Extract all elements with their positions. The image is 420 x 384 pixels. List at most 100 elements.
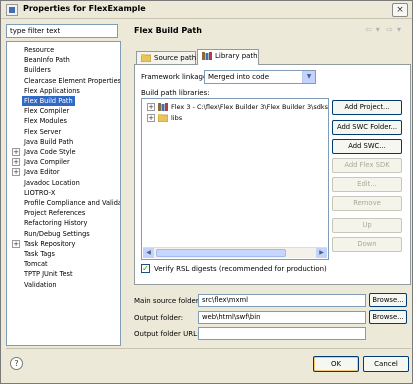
folder-icon — [158, 114, 168, 122]
history-navigation: ⇦ ▾ ⇨ ▾ — [365, 25, 409, 37]
tree-item-flex-modules[interactable]: Flex Modules — [7, 116, 120, 126]
tree-item-label: Flex Build Path — [22, 96, 75, 106]
forward-arrow-icon[interactable]: ⇨ — [386, 25, 393, 34]
add-swc-folder-button[interactable]: Add SWC Folder... — [332, 120, 402, 135]
tree-item-flex-build-path[interactable]: Flex Build Path — [7, 96, 120, 106]
remove-button[interactable]: Remove — [332, 196, 402, 211]
tree-item-label: Flex Server — [24, 127, 62, 136]
tree-item-label: Javadoc Location — [24, 178, 80, 187]
tree-item-java-compiler[interactable]: + Java Compiler — [7, 157, 120, 167]
tab-label: Source path — [154, 54, 197, 62]
tab-source-path[interactable]: Source path — [136, 51, 196, 64]
title-bar: Properties for FlexExample × — [1, 1, 412, 19]
expand-icon[interactable]: + — [12, 239, 20, 248]
tree-item-label: Flex Compiler — [24, 107, 70, 116]
tree-item-label: Task Tags — [24, 250, 55, 258]
output-folder-field[interactable]: web\html\swf\bin — [198, 311, 366, 324]
tree-item-java-editor[interactable]: + Java Editor — [7, 167, 120, 177]
expand-icon[interactable]: + — [147, 103, 155, 111]
add-project-button[interactable]: Add Project... — [332, 100, 402, 115]
output-folder-url-label: Output folder URL: — [134, 330, 200, 338]
tree-item-label: Flex Applications — [24, 86, 80, 95]
source-folder-icon — [141, 54, 151, 62]
tree-item-java-build-path[interactable]: Java Build Path — [7, 137, 120, 147]
tree-item-liotro-x[interactable]: LIOTRO-X — [7, 188, 120, 198]
output-folder-url-field[interactable] — [198, 327, 366, 340]
tree-item-flex-applications[interactable]: Flex Applications — [7, 86, 120, 96]
edit-button[interactable]: Edit... — [332, 177, 402, 192]
scroll-right-icon[interactable]: ▶ — [316, 248, 327, 258]
verify-rsl-checkbox[interactable]: ✓ — [141, 264, 150, 273]
back-menu-icon[interactable]: ▾ — [376, 25, 380, 34]
filter-input[interactable]: type filter text — [6, 24, 118, 38]
tree-item-validation[interactable]: Validation — [7, 280, 120, 290]
tree-item-javadoc-location[interactable]: Javadoc Location — [7, 178, 120, 188]
library-entry[interactable]: + Flex 3 - C:\flex\Flex Builder 3\Flex B… — [142, 102, 328, 113]
tree-item-label: LIOTRO-X — [24, 188, 56, 197]
main-source-folder-field[interactable]: src\flex\mxml — [198, 294, 366, 307]
tree-item-label: BeanInfo Path — [24, 56, 70, 65]
tree-item-beaninfo-path[interactable]: BeanInfo Path — [7, 55, 120, 65]
tree-item-label: Task Repository — [24, 239, 76, 248]
verify-rsl-label: Verify RSL digests (recommended for prod… — [154, 265, 327, 273]
library-entry-label: Flex 3 - C:\flex\Flex Builder 3\Flex Bui… — [171, 103, 329, 111]
expand-icon[interactable]: + — [12, 148, 20, 156]
add-flex-sdk-button[interactable]: Add Flex SDK — [332, 158, 402, 173]
tree-item-label: Java Editor — [24, 168, 60, 177]
build-path-libraries-label: Build path libraries: — [141, 89, 210, 97]
tree-item-profile-compliance-and-validatic[interactable]: Profile Compliance and Validatic — [7, 198, 120, 208]
expand-icon[interactable]: + — [147, 114, 155, 122]
scroll-left-icon[interactable]: ◀ — [143, 248, 154, 258]
browse-output-folder-button[interactable]: Browse... — [369, 310, 407, 324]
library-icon — [202, 52, 212, 60]
tree-item-clearcase-element-properties[interactable]: Clearcase Element Properties — [7, 76, 120, 86]
add-swc-button[interactable]: Add SWC... — [332, 139, 402, 154]
tree-item-builders[interactable]: Builders — [7, 65, 120, 75]
ok-button[interactable]: OK — [313, 356, 359, 372]
property-pages-tree: Resource BeanInfo Path Builders Clearcase E… — [6, 41, 121, 346]
output-folder-label: Output folder: — [134, 314, 184, 322]
tree-item-refactoring-history[interactable]: Refactoring History — [7, 218, 120, 228]
tree-item-label: Flex Modules — [24, 117, 67, 126]
tree-item-project-references[interactable]: Project References — [7, 208, 120, 218]
tree-item-task-repository[interactable]: + Task Repository — [7, 239, 120, 249]
close-button[interactable]: × — [392, 3, 408, 17]
tree-item-task-tags[interactable]: Task Tags — [7, 249, 120, 259]
main-source-folder-label: Main source folder: — [134, 297, 201, 305]
framework-linkage-value: Merged into code — [208, 73, 270, 81]
tree-item-java-code-style[interactable]: + Java Code Style — [7, 147, 120, 157]
tree-item-label: Java Compiler — [24, 158, 70, 167]
tree-item-label: Tomcat — [24, 260, 48, 269]
library-entry[interactable]: + libs — [142, 113, 328, 124]
page-title: Flex Build Path — [134, 26, 202, 35]
tree-item-run-debug-settings[interactable]: Run/Debug Settings — [7, 229, 120, 239]
framework-linkage-select[interactable]: Merged into code ▼ — [204, 70, 316, 84]
tab-label: Library path — [215, 52, 258, 60]
tree-item-flex-server[interactable]: Flex Server — [7, 127, 120, 137]
horizontal-scrollbar[interactable]: ◀ ▶ — [143, 247, 327, 258]
build-path-libraries-tree[interactable]: + Flex 3 - C:\flex\Flex Builder 3\Flex B… — [141, 98, 329, 260]
tree-item-tptp-junit-test[interactable]: TPTP JUnit Test — [7, 269, 120, 279]
tree-item-tomcat[interactable]: Tomcat — [7, 259, 120, 269]
tree-item-label: Resource — [24, 46, 55, 54]
window-title: Properties for FlexExample — [23, 4, 146, 13]
tree-item-resource[interactable]: Resource — [7, 45, 120, 55]
expand-icon[interactable]: + — [12, 158, 20, 167]
chevron-down-icon[interactable]: ▼ — [302, 71, 315, 83]
tree-item-label: Java Build Path — [24, 137, 74, 146]
browse-main-source-button[interactable]: Browse... — [369, 293, 407, 307]
footer-divider — [6, 348, 411, 349]
properties-dialog: Properties for FlexExample × type filter… — [0, 0, 413, 384]
tree-item-label: Run/Debug Settings — [24, 229, 90, 238]
tree-item-flex-compiler[interactable]: Flex Compiler — [7, 106, 120, 116]
help-icon[interactable]: ? — [10, 357, 23, 370]
scrollbar-thumb[interactable] — [156, 249, 286, 257]
down-button[interactable]: Down — [332, 237, 402, 252]
up-button[interactable]: Up — [332, 218, 402, 233]
tab-library-path[interactable]: Library path — [197, 49, 259, 65]
tree-item-label: Validation — [24, 280, 57, 289]
forward-menu-icon[interactable]: ▾ — [397, 25, 401, 34]
expand-icon[interactable]: + — [12, 168, 20, 177]
back-arrow-icon[interactable]: ⇦ — [365, 25, 372, 34]
cancel-button[interactable]: Cancel — [363, 356, 409, 372]
